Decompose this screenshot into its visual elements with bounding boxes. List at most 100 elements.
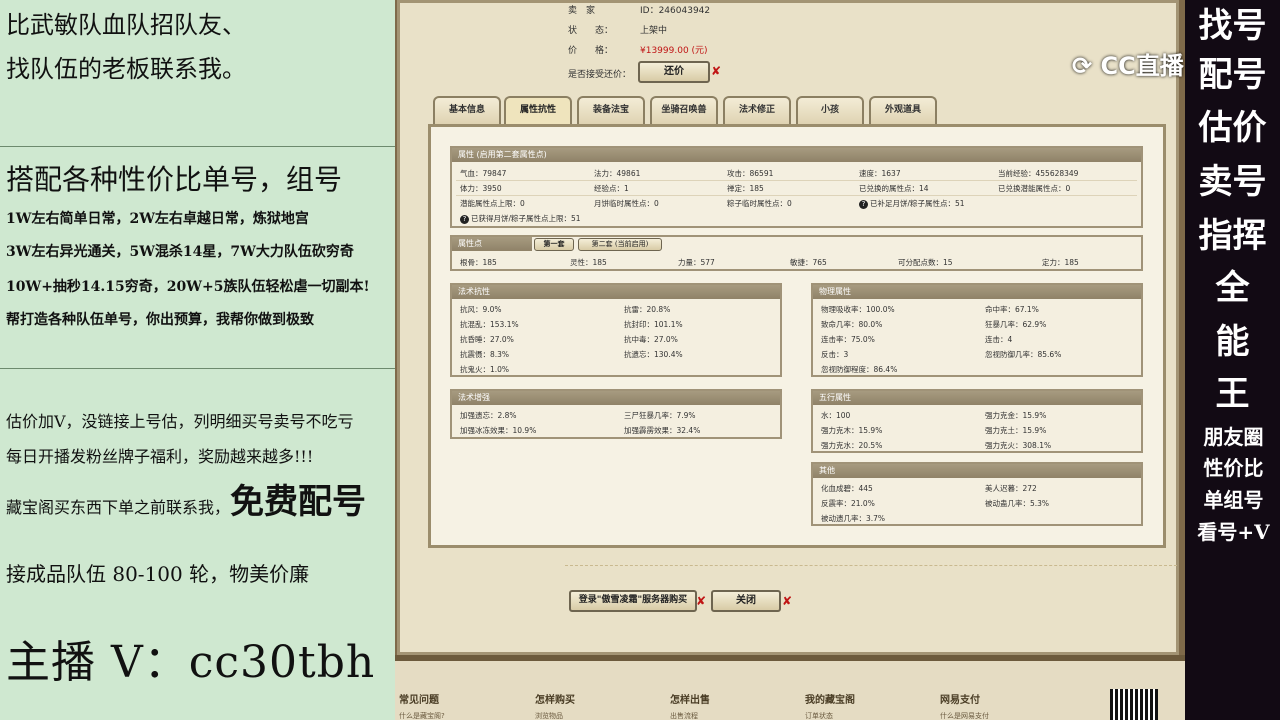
attr-cell: 体力：3950: [460, 184, 502, 193]
footer-link[interactable]: 浏览物品: [535, 711, 563, 720]
cross-icon: ✘: [782, 594, 793, 608]
footer-link[interactable]: 什么是藏宝阁?: [399, 711, 445, 720]
boost-cell: 加强遗忘：2.8%: [460, 411, 517, 420]
physical-cell: 忽视防御程度：86.4%: [821, 365, 898, 374]
free-config-line: 藏宝阁买东西下单之前联系我，免费配号: [6, 474, 366, 523]
section-title: 法术抗性: [452, 285, 780, 299]
right-small-text: 单组号: [1203, 488, 1264, 512]
host-contact: 主播 V：cc30tbh: [6, 637, 376, 688]
elements-section: 五行属性 水：100 强力克金：15.9% 强力克木：15.9% 强力克土：15…: [811, 389, 1143, 453]
attr-value: 已补足月饼/粽子属性点：51: [870, 199, 965, 208]
attr-cell: 法力：49861: [594, 169, 641, 178]
resist-cell: 抗中毒：27.0%: [624, 335, 678, 344]
cross-icon: ✘: [711, 64, 722, 78]
element-cell: 强力克水：20.5%: [821, 441, 883, 450]
note-line: 每日开播发粉丝牌子福利，奖励越来越多!!!: [6, 447, 314, 466]
point-cell: 定力：185: [1042, 258, 1079, 267]
right-big-text: 找号: [1198, 6, 1267, 46]
other-cell: 化血成碧：445: [821, 484, 873, 493]
section-title: 五行属性: [813, 391, 1141, 405]
close-button[interactable]: 关闭: [711, 590, 781, 612]
section-title: 其他: [813, 464, 1141, 478]
right-big-text: 估价: [1198, 108, 1267, 148]
tab-child[interactable]: 小孩: [796, 96, 864, 124]
tab-equipment[interactable]: 装备法宝: [577, 96, 645, 124]
price-value: ¥13999.00 (元): [640, 46, 708, 56]
footer-link[interactable]: 订单状态: [805, 711, 833, 720]
other-cell: 反震率：21.0%: [821, 499, 875, 508]
physical-cell: 反击：3: [821, 350, 849, 359]
tab-mount-pets[interactable]: 坐骑召唤兽: [650, 96, 718, 124]
attr-cell: 速度：1637: [859, 169, 901, 178]
point-cell: 力量：577: [678, 258, 715, 267]
promo-left-panel: 比武敏队血队招队友、 找队伍的老板联系我。 搭配各种性价比单号，组号 1W左右简…: [0, 0, 395, 720]
right-small-text: 看号+V: [1197, 520, 1270, 544]
promo-line-2: 找队伍的老板联系我。: [6, 55, 246, 83]
attr-cell: 潜能属性点上限：0: [460, 199, 525, 208]
bargain-button[interactable]: 还价: [638, 61, 710, 83]
right-small-text: 性价比: [1203, 456, 1264, 480]
dashed-divider: [565, 565, 1177, 566]
tab-spell-modify[interactable]: 法术修正: [723, 96, 791, 124]
attr-cell: ? 已获得月饼/粽子属性点上限：51: [460, 213, 581, 224]
footer-title[interactable]: 网易支付: [940, 691, 980, 706]
help-icon[interactable]: ?: [859, 200, 868, 209]
divider: [0, 146, 395, 147]
tab-point-set-1[interactable]: 第一套: [534, 238, 574, 251]
point-cell: 可分配点数：15: [898, 258, 953, 267]
attr-value: 已获得月饼/粽子属性点上限：51: [471, 214, 581, 223]
promo-line-1: 比武敏队血队招队友、: [6, 11, 246, 39]
other-cell: 被动蛊几率：5.3%: [985, 499, 1050, 508]
tab-appearance[interactable]: 外观道具: [869, 96, 937, 124]
attr-cell: ? 已补足月饼/粽子属性点：51: [859, 198, 965, 209]
section-title: 属性点: [452, 237, 532, 251]
attr-cell: 已兑换潜能属性点：0: [998, 184, 1071, 193]
logo-text: CC直播: [1100, 52, 1184, 80]
footer-title[interactable]: 常见问题: [399, 691, 439, 706]
free-config-highlight: 免费配号: [230, 482, 367, 522]
team-line: 接成品队伍 80-100 轮，物美价廉: [6, 562, 310, 586]
bargain-label: 是否接受还价：: [568, 70, 632, 80]
attribute-section: 属性 (启用第二套属性点) 气血：79847 法力：49861 攻击：86591…: [450, 146, 1143, 228]
tab-attributes[interactable]: 属性抗性: [504, 96, 572, 124]
footer-title[interactable]: 怎样出售: [670, 691, 710, 706]
seller-label: 卖 家: [568, 6, 596, 16]
item-detail-frame: 卖 家 ID：246043942 状 态： 上架中 价 格： ¥13999.00…: [397, 0, 1179, 655]
footer-title[interactable]: 怎样购买: [535, 691, 575, 706]
promo-heading: 搭配各种性价比单号，组号: [6, 163, 343, 196]
tab-point-set-2[interactable]: 第二套 (当前启用): [578, 238, 662, 251]
attributes-panel: 属性 (启用第二套属性点) 气血：79847 法力：49861 攻击：86591…: [428, 124, 1166, 548]
physical-cell: 狂暴几率：62.9%: [985, 320, 1047, 329]
footer-link[interactable]: 出售流程: [670, 711, 698, 720]
resist-cell: 抗封印：101.1%: [624, 320, 683, 329]
help-icon[interactable]: ?: [460, 215, 469, 224]
service-line: 3W左右异光通关，5W混杀14星，7W大力队伍砍穷奇: [6, 244, 354, 260]
footer-title[interactable]: 我的藏宝阁: [805, 691, 855, 706]
footer-link[interactable]: 什么是网易支付: [940, 711, 989, 720]
physical-cell: 忽视防御几率：85.6%: [985, 350, 1062, 359]
right-big-text: 王: [1215, 374, 1250, 414]
other-cell: 美人迟暮：272: [985, 484, 1037, 493]
attr-cell: 粽子临时属性点：0: [727, 199, 792, 208]
login-buy-button[interactable]: 登录"傲雪凌霜"服务器购买: [569, 590, 697, 612]
section-title: 属性 (启用第二套属性点): [452, 148, 1141, 162]
right-big-text: 全: [1215, 268, 1250, 308]
attr-cell: 气血：79847: [460, 169, 507, 178]
attr-cell: 当前经验：455628349: [998, 169, 1079, 178]
tab-basic-info[interactable]: 基本信息: [433, 96, 501, 124]
attr-cell: 月饼临时属性点：0: [594, 199, 659, 208]
resist-cell: 抗昏睡：27.0%: [460, 335, 514, 344]
point-cell: 敏捷：765: [790, 258, 827, 267]
service-line: 10W+抽秒14.15穷奇，20W+5族队伍轻松虐一切副本!: [6, 279, 370, 295]
physical-cell: 命中率：67.1%: [985, 305, 1039, 314]
seller-value: ID：246043942: [640, 6, 711, 16]
physical-cell: 致命几率：80.0%: [821, 320, 883, 329]
element-cell: 强力克木：15.9%: [821, 426, 883, 435]
point-cell: 根骨：185: [460, 258, 497, 267]
attr-cell: 已兑换的属性点：14: [859, 184, 929, 193]
game-trade-window: 卖 家 ID：246043942 状 态： 上架中 价 格： ¥13999.00…: [395, 0, 1185, 720]
note-line: 估价加V，没链接上号估，列明细买号卖号不吃亏: [6, 412, 354, 431]
site-footer: 常见问题 什么是藏宝阁? 怎样购买 浏览物品 怎样出售 出售流程 我的藏宝阁 订…: [395, 655, 1185, 720]
attr-cell: 禅定：185: [727, 184, 764, 193]
service-line: 帮打造各种队伍单号，你出预算，我帮你做到极致: [6, 312, 314, 328]
